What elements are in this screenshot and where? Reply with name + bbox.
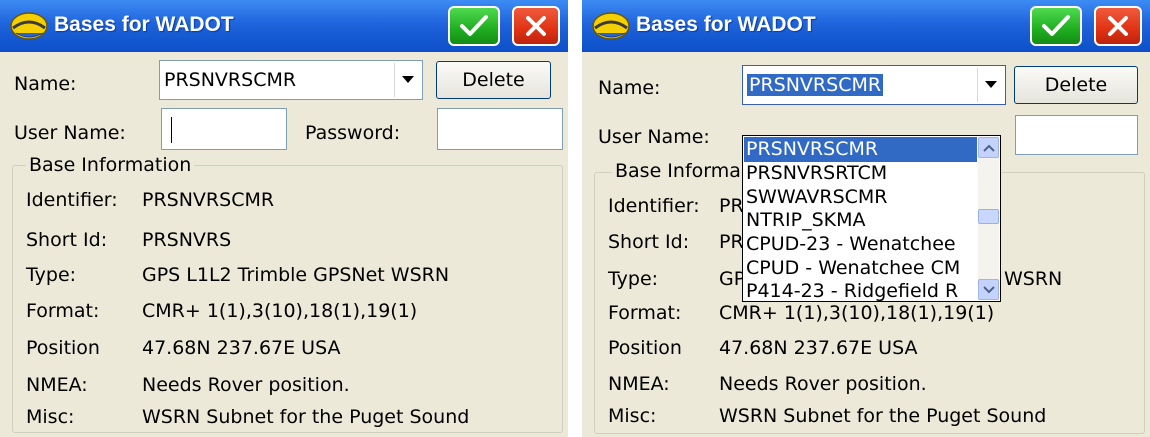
chevron-down-icon bbox=[402, 76, 414, 83]
info-value-format: CMR+ 1(1),3(10),18(1),19(1) bbox=[719, 302, 995, 324]
info-label-position: Position bbox=[608, 337, 682, 359]
info-label-type: Type: bbox=[608, 268, 659, 290]
info-value-format: CMR+ 1(1),3(10),18(1),19(1) bbox=[142, 300, 418, 322]
info-value-nmea: Needs Rover position. bbox=[719, 373, 927, 395]
dropdown-option[interactable]: NTRIP_SKMA bbox=[744, 208, 977, 233]
info-value-identifier: PR bbox=[719, 195, 744, 217]
password-input[interactable] bbox=[437, 108, 563, 150]
name-label: Name: bbox=[14, 73, 77, 95]
username-label: User Name: bbox=[14, 122, 126, 144]
info-label-identifier: Identifier: bbox=[26, 189, 118, 211]
scroll-up-button[interactable] bbox=[978, 137, 999, 158]
checkmark-icon bbox=[460, 15, 488, 36]
window-title: Bases for WADOT bbox=[54, 13, 234, 36]
info-label-format: Format: bbox=[26, 300, 100, 322]
info-label-format: Format: bbox=[608, 302, 682, 324]
username-input[interactable] bbox=[161, 108, 287, 150]
info-value-misc: WSRN Subnet for the Puget Sound bbox=[719, 405, 1047, 427]
info-value-misc: WSRN Subnet for the Puget Sound bbox=[142, 406, 470, 428]
checkmark-icon bbox=[1042, 15, 1070, 36]
chevron-down-icon bbox=[983, 286, 995, 294]
name-combobox-value: PRSNVRSCMR bbox=[747, 74, 884, 96]
ok-button[interactable] bbox=[1030, 6, 1082, 46]
window-title: Bases for WADOT bbox=[636, 13, 816, 36]
close-button[interactable] bbox=[512, 6, 560, 46]
delete-button[interactable]: Delete bbox=[436, 61, 551, 99]
title-bar: Bases for WADOT bbox=[582, 0, 1150, 52]
info-value-identifier: PRSNVRSCMR bbox=[142, 189, 275, 211]
name-combobox[interactable]: PRSNVRSCMR bbox=[159, 60, 423, 100]
scroll-down-button[interactable] bbox=[978, 279, 999, 300]
close-x-icon bbox=[526, 16, 546, 36]
password-label: Password: bbox=[305, 122, 401, 144]
info-value-short-id: PR bbox=[719, 231, 744, 253]
info-value-position: 47.68N 237.67E USA bbox=[719, 337, 918, 359]
close-button[interactable] bbox=[1094, 6, 1142, 46]
title-bar: Bases for WADOT bbox=[0, 0, 568, 52]
username-label: User Name: bbox=[598, 126, 710, 148]
ok-button[interactable] bbox=[448, 6, 500, 46]
chevron-up-icon bbox=[983, 144, 995, 152]
info-label-type: Type: bbox=[26, 264, 77, 286]
info-value-type: GPS L1L2 Trimble GPSNet WSRN bbox=[142, 264, 450, 286]
info-label-misc: Misc: bbox=[608, 405, 657, 427]
name-combobox[interactable]: PRSNVRSCMR bbox=[742, 65, 1006, 105]
bases-dialog-left: Bases for WADOT Name: PRSNVRSCMR Delete … bbox=[0, 0, 568, 437]
chevron-down-icon bbox=[985, 81, 997, 88]
info-label-short-id: Short Id: bbox=[608, 231, 690, 253]
scrollbar-thumb[interactable] bbox=[978, 209, 999, 224]
password-input[interactable] bbox=[1015, 115, 1138, 155]
name-dropdown-list[interactable]: PRSNVRSCMR PRSNVRSRTCM SWWAVRSCMR NTRIP_… bbox=[742, 135, 1001, 302]
group-title: Base Information bbox=[26, 154, 195, 176]
dropdown-option[interactable]: CPUD - Wenatchee CM bbox=[744, 256, 977, 281]
info-label-misc: Misc: bbox=[26, 406, 75, 428]
group-title: Base Informa bbox=[612, 160, 744, 182]
combobox-arrow-button[interactable] bbox=[394, 63, 420, 97]
name-label: Name: bbox=[598, 77, 661, 99]
dropdown-option[interactable]: PRSNVRSCMR bbox=[744, 137, 977, 162]
dropdown-scrollbar[interactable] bbox=[978, 137, 999, 300]
dropdown-option[interactable]: P414-23 - Ridgefield R bbox=[744, 279, 977, 304]
dropdown-option[interactable]: PRSNVRSRTCM bbox=[744, 161, 977, 186]
info-value-nmea: Needs Rover position. bbox=[142, 374, 350, 396]
info-value-position: 47.68N 237.67E USA bbox=[142, 337, 341, 359]
combobox-arrow-button[interactable] bbox=[977, 68, 1003, 102]
info-label-short-id: Short Id: bbox=[26, 229, 108, 251]
dropdown-option[interactable]: SWWAVRSCMR bbox=[744, 185, 977, 210]
text-caret bbox=[171, 117, 172, 143]
info-value-short-id: PRSNVRS bbox=[142, 229, 232, 251]
dropdown-option[interactable]: CPUD-23 - Wenatchee bbox=[744, 232, 977, 257]
info-label-identifier: Identifier: bbox=[608, 195, 700, 217]
name-combobox-value: PRSNVRSCMR bbox=[164, 69, 297, 91]
survey-helmet-icon bbox=[592, 12, 630, 40]
info-label-nmea: NMEA: bbox=[608, 373, 670, 395]
delete-button[interactable]: Delete bbox=[1014, 66, 1138, 104]
info-label-position: Position bbox=[26, 337, 100, 359]
survey-helmet-icon bbox=[10, 12, 48, 40]
info-value-type-tail: WSRN bbox=[1004, 268, 1063, 290]
close-x-icon bbox=[1108, 16, 1128, 36]
info-label-nmea: NMEA: bbox=[26, 374, 88, 396]
